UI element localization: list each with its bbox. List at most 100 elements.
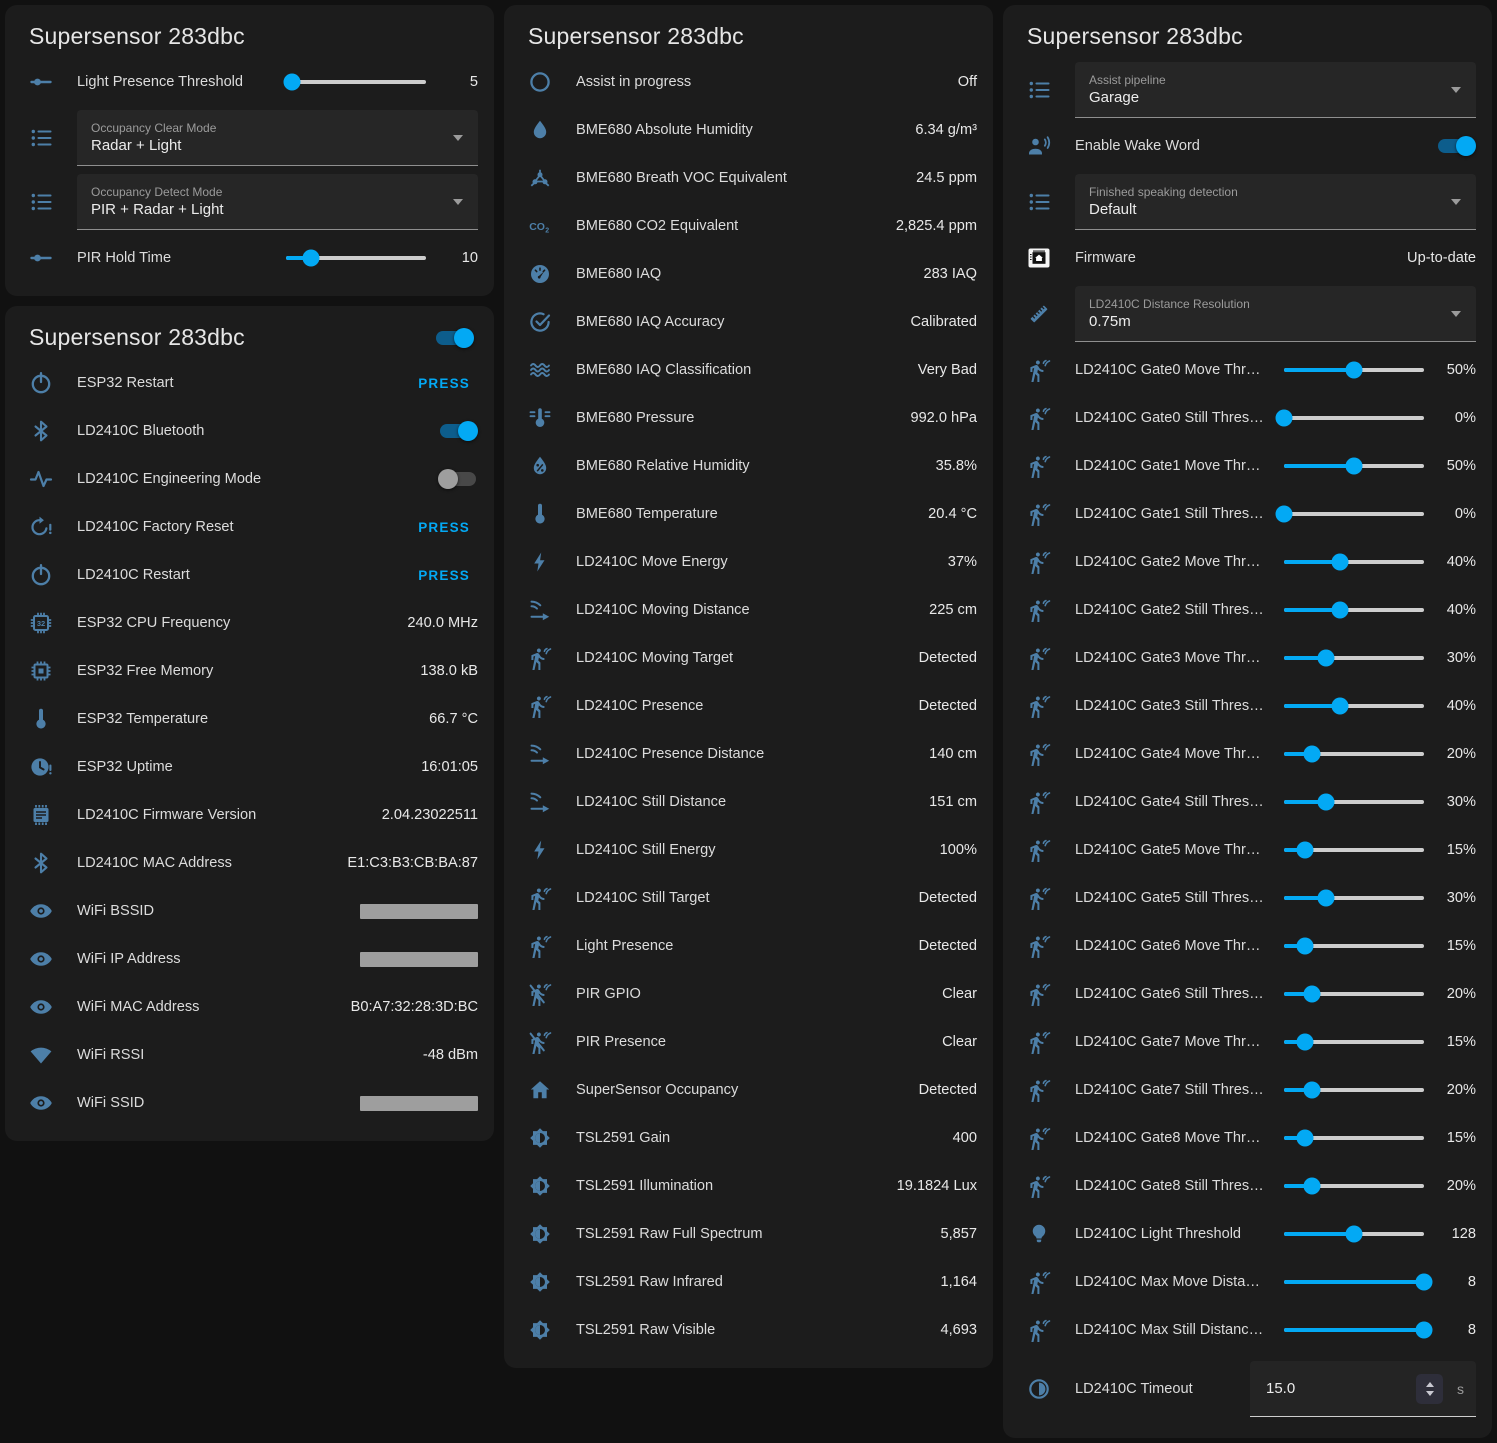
slider-track[interactable] — [1284, 896, 1424, 900]
select-ld2410c-distance-resolution[interactable]: LD2410C Distance Resolution0.75m — [1075, 286, 1476, 342]
slider-ld2410c-gate4-move-thr[interactable] — [1284, 742, 1424, 766]
slider-knob[interactable] — [1304, 746, 1321, 763]
chevron-down-icon[interactable] — [1426, 1391, 1434, 1396]
slider-pir-hold-time[interactable] — [286, 246, 426, 270]
slider-ld2410c-gate6-move-thr[interactable] — [1284, 934, 1424, 958]
press-button-ld2410c-factory-reset[interactable]: PRESS — [410, 514, 478, 541]
slider-track[interactable] — [1284, 1136, 1424, 1140]
slider-knob[interactable] — [1297, 842, 1314, 859]
slider-track[interactable] — [1284, 944, 1424, 948]
slider-ld2410c-gate3-move-thr[interactable] — [1284, 646, 1424, 670]
slider-track[interactable] — [286, 80, 426, 84]
toggle-knob[interactable] — [454, 328, 474, 348]
slider-knob[interactable] — [1346, 1226, 1363, 1243]
slider-knob[interactable] — [1297, 1034, 1314, 1051]
slider-knob[interactable] — [1318, 794, 1335, 811]
slider-ld2410c-gate1-still-thres[interactable] — [1284, 502, 1424, 526]
slider-ld2410c-gate7-move-thr[interactable] — [1284, 1030, 1424, 1054]
slider-ld2410c-gate0-move-thr[interactable] — [1284, 358, 1424, 382]
entity-rows: ESP32 RestartPRESSLD2410C BluetoothLD241… — [21, 359, 478, 1127]
slider-ld2410c-gate1-move-thr[interactable] — [1284, 454, 1424, 478]
slider-knob[interactable] — [1416, 1322, 1433, 1339]
slider-knob[interactable] — [1304, 1082, 1321, 1099]
slider-track[interactable] — [1284, 656, 1424, 660]
toggle-knob[interactable] — [438, 469, 458, 489]
stepper-buttons[interactable] — [1416, 1374, 1443, 1404]
chevron-down-icon — [1451, 87, 1461, 93]
slider-ld2410c-max-move-dista[interactable] — [1284, 1270, 1424, 1294]
toggle-knob[interactable] — [458, 421, 478, 441]
slider-ld2410c-gate5-move-thr[interactable] — [1284, 838, 1424, 862]
slider-knob[interactable] — [1346, 362, 1363, 379]
slider-track[interactable] — [286, 256, 426, 260]
row-tsl2591-raw-full-spectrum: TSL2591 Raw Full Spectrum5,857 — [520, 1210, 977, 1258]
slider-track[interactable] — [1284, 752, 1424, 756]
slider-track[interactable] — [1284, 512, 1424, 516]
slider-ld2410c-gate3-still-thres[interactable] — [1284, 694, 1424, 718]
slider-track[interactable] — [1284, 800, 1424, 804]
number-value[interactable]: 15.0 — [1266, 1380, 1416, 1397]
slider-track[interactable] — [1284, 1280, 1424, 1284]
slider-track[interactable] — [1284, 1232, 1424, 1236]
power-icon — [21, 371, 65, 395]
slider-track[interactable] — [1284, 1088, 1424, 1092]
slider-light-presence-threshold[interactable] — [286, 70, 426, 94]
slider-track[interactable] — [1284, 368, 1424, 372]
select-finished-speaking-detection[interactable]: Finished speaking detectionDefault — [1075, 174, 1476, 230]
slider-track[interactable] — [1284, 1184, 1424, 1188]
row-bme680-iaq-classification: BME680 IAQ ClassificationVery Bad — [520, 346, 977, 394]
slider-track[interactable] — [1284, 416, 1424, 420]
slider-ld2410c-gate8-still-thres[interactable] — [1284, 1174, 1424, 1198]
toggle-ld2410c-engineering-mode[interactable] — [440, 472, 476, 486]
slider-ld2410c-gate8-move-thr[interactable] — [1284, 1126, 1424, 1150]
slider-ld2410c-gate7-still-thres[interactable] — [1284, 1078, 1424, 1102]
press-button-esp32-restart[interactable]: PRESS — [410, 370, 478, 397]
slider-knob[interactable] — [1332, 554, 1349, 571]
toggle-enable-wake-word[interactable] — [1438, 139, 1474, 153]
row-value: Calibrated — [898, 314, 977, 330]
slider-knob[interactable] — [1318, 890, 1335, 907]
slider-track[interactable] — [1284, 560, 1424, 564]
slider-knob[interactable] — [1297, 1130, 1314, 1147]
slider-knob[interactable] — [1276, 506, 1293, 523]
slider-track[interactable] — [1284, 848, 1424, 852]
slider-track[interactable] — [1284, 1328, 1424, 1332]
card-header-toggle[interactable] — [436, 331, 472, 345]
row-label: ESP32 Temperature — [77, 711, 417, 727]
slider-knob[interactable] — [283, 74, 300, 91]
slider-track[interactable] — [1284, 464, 1424, 468]
slider-ld2410c-gate0-still-thres[interactable] — [1284, 406, 1424, 430]
slider-knob[interactable] — [1297, 938, 1314, 955]
slider-track[interactable] — [1284, 704, 1424, 708]
slider-knob[interactable] — [1332, 698, 1349, 715]
slider-ld2410c-max-still-distanc[interactable] — [1284, 1318, 1424, 1342]
slider-track[interactable] — [1284, 992, 1424, 996]
number-field-ld2410c-timeout[interactable]: 15.0s — [1250, 1361, 1476, 1417]
press-button-ld2410c-restart[interactable]: PRESS — [410, 562, 478, 589]
slider-ld2410c-light-threshold[interactable] — [1284, 1222, 1424, 1246]
row-value: 138.0 kB — [408, 663, 478, 679]
select-occupancy-clear-mode[interactable]: Occupancy Clear ModeRadar + Light — [77, 110, 478, 166]
slider-knob[interactable] — [1346, 458, 1363, 475]
row-label: LD2410C Moving Target — [576, 650, 907, 666]
slider-track[interactable] — [1284, 1040, 1424, 1044]
slider-knob[interactable] — [1304, 986, 1321, 1003]
slider-ld2410c-gate2-move-thr[interactable] — [1284, 550, 1424, 574]
slider-knob[interactable] — [303, 250, 320, 267]
slider-knob[interactable] — [1416, 1274, 1433, 1291]
toggle-knob[interactable] — [1456, 136, 1476, 156]
slider-ld2410c-gate6-still-thres[interactable] — [1284, 982, 1424, 1006]
slider-knob[interactable] — [1304, 1178, 1321, 1195]
slider-knob[interactable] — [1318, 650, 1335, 667]
slider-track[interactable] — [1284, 608, 1424, 612]
slider-ld2410c-gate5-still-thres[interactable] — [1284, 886, 1424, 910]
slider-ld2410c-gate4-still-thres[interactable] — [1284, 790, 1424, 814]
select-assist-pipeline[interactable]: Assist pipelineGarage — [1075, 62, 1476, 118]
slider-knob[interactable] — [1276, 410, 1293, 427]
slider-ld2410c-gate2-still-thres[interactable] — [1284, 598, 1424, 622]
chevron-up-icon[interactable] — [1426, 1382, 1434, 1387]
select-occupancy-detect-mode[interactable]: Occupancy Detect ModePIR + Radar + Light — [77, 174, 478, 230]
toggle-ld2410c-bluetooth[interactable] — [440, 424, 476, 438]
slider-knob[interactable] — [1332, 602, 1349, 619]
row-ld2410c-gate8-move-thr: LD2410C Gate8 Move Thr…15% — [1019, 1114, 1476, 1162]
